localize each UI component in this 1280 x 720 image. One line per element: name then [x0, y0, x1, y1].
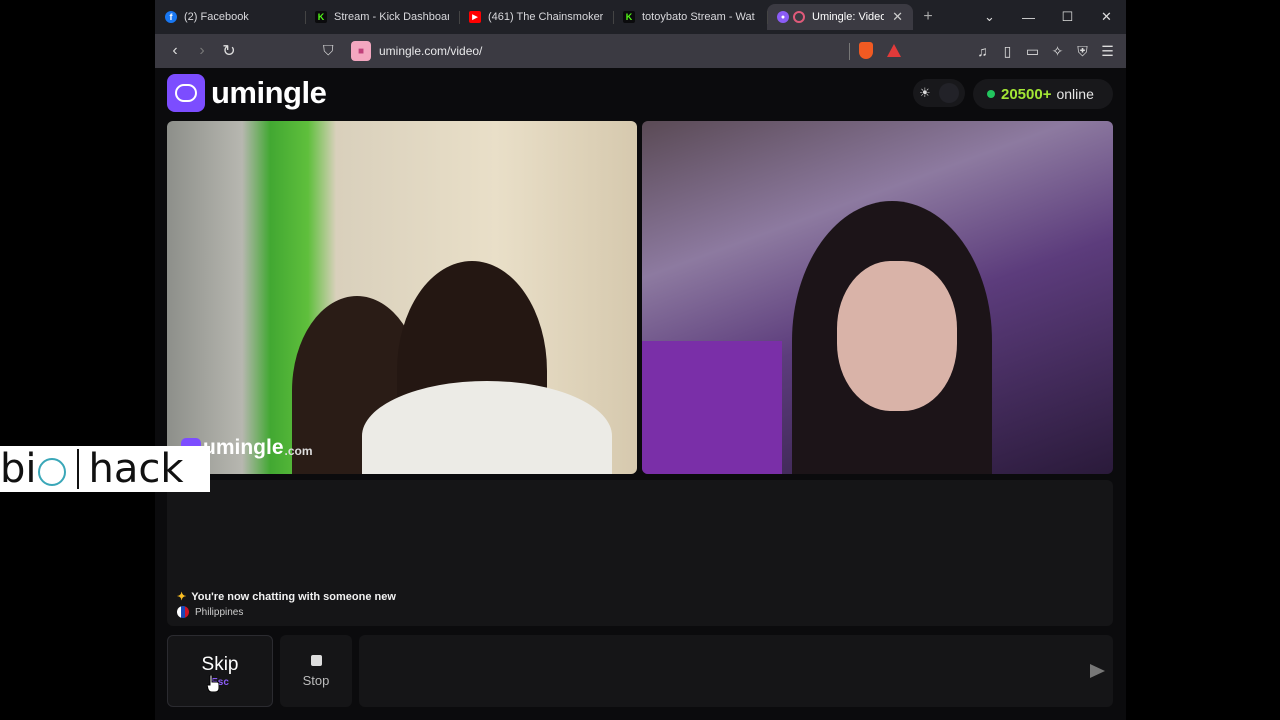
- system-message: ✦ You're now chatting with someone new: [177, 590, 396, 603]
- wallet-icon[interactable]: ▭: [1020, 43, 1045, 60]
- system-message-text: You're now chatting with someone new: [191, 591, 396, 603]
- tab-kick-stream[interactable]: K totoybato Stream - Wat: [613, 4, 767, 30]
- tab-label: (2) Facebook: [184, 11, 249, 23]
- window-controls: ⌄ — ☐ ✕: [970, 0, 1126, 34]
- remote-video: [642, 121, 1113, 474]
- chat-bubble-icon: [167, 74, 205, 112]
- divider: [76, 449, 79, 489]
- site-logo[interactable]: umingle: [167, 74, 327, 112]
- stop-label: Stop: [302, 672, 330, 688]
- online-indicator: 20500+ online: [973, 79, 1113, 109]
- toggle-knob: [938, 83, 959, 103]
- online-count: 20500+: [1001, 85, 1052, 103]
- send-icon[interactable]: [1090, 664, 1105, 678]
- menu-icon[interactable]: ☰: [1095, 43, 1120, 60]
- umingle-tab-icon: ●: [777, 11, 789, 23]
- facebook-icon: f: [165, 11, 177, 23]
- tab-label: totoybato Stream - Wat: [642, 11, 755, 23]
- tab-label: Umingle: Video C: [812, 11, 885, 23]
- message-input[interactable]: [359, 635, 1113, 707]
- bookmark-icon[interactable]: ⛉: [323, 42, 334, 59]
- recording-icon: [793, 11, 805, 23]
- logo-text: umingle: [211, 75, 327, 110]
- chevron-down-icon[interactable]: ⌄: [970, 9, 1009, 25]
- ring-icon: [37, 458, 66, 486]
- back-icon[interactable]: ‹: [163, 42, 187, 60]
- leo-ai-icon[interactable]: ✧: [1045, 43, 1070, 60]
- brave-shields-icon[interactable]: [859, 42, 873, 59]
- vpn-icon[interactable]: ⛨: [1070, 43, 1095, 60]
- tab-facebook[interactable]: f (2) Facebook: [155, 4, 305, 30]
- kick-icon: K: [623, 11, 635, 23]
- watermark-domain: .com: [284, 444, 313, 458]
- kick-icon: K: [315, 11, 327, 23]
- reload-icon[interactable]: ↻: [217, 41, 241, 61]
- site-favicon-icon: ■: [351, 41, 371, 61]
- online-label: online: [1056, 86, 1094, 102]
- mouse-cursor-icon: [207, 675, 219, 692]
- theme-toggle[interactable]: ☀: [913, 79, 965, 107]
- browser-toolbar: ‹ › ↻ ⛉ ■ umingle.com/video/ ♫ ▯ ▭ ✧ ⛨ ☰: [155, 34, 1126, 68]
- address-bar[interactable]: ■ umingle.com/video/: [351, 40, 482, 62]
- tab-label: (461) The Chainsmokers: [488, 11, 603, 23]
- toolbar-right: ♫ ▯ ▭ ✧ ⛨ ☰: [970, 34, 1120, 68]
- skip-button[interactable]: Skip Esc: [167, 635, 273, 707]
- new-tab-button[interactable]: +: [913, 8, 943, 26]
- partner-country: Philippines: [177, 606, 243, 618]
- biohack-overlay-logo: bi hack: [0, 446, 210, 492]
- stop-button[interactable]: Stop: [280, 635, 352, 707]
- minimize-icon[interactable]: —: [1009, 10, 1048, 25]
- overlay-text-left: bi: [0, 446, 37, 492]
- purple-floor: [642, 341, 782, 474]
- face: [837, 261, 957, 411]
- sidebar-icon[interactable]: ▯: [995, 43, 1020, 60]
- philippines-flag-icon: [177, 606, 189, 618]
- skip-label: Skip: [201, 654, 239, 675]
- chat-panel: ✦ You're now chatting with someone new Ph…: [167, 480, 1113, 626]
- tab-strip: f (2) Facebook K Stream - Kick Dashboard…: [155, 0, 1126, 34]
- sparkle-icon: ✦: [177, 591, 187, 603]
- overlay-text-right: hack: [88, 446, 184, 492]
- tab-label: Stream - Kick Dashboard: [334, 11, 449, 23]
- tab-youtube[interactable]: ▶ (461) The Chainsmokers: [459, 4, 613, 30]
- stop-icon: [310, 654, 322, 666]
- sun-icon: ☀: [919, 85, 931, 100]
- local-video: umingle .com: [167, 121, 637, 474]
- youtube-icon: ▶: [469, 11, 481, 23]
- close-window-icon[interactable]: ✕: [1087, 9, 1126, 25]
- umingle-page: umingle ☀ 20500+ online umingle .com ✦ Y…: [155, 68, 1126, 720]
- browser-window: f (2) Facebook K Stream - Kick Dashboard…: [155, 0, 1126, 720]
- tab-kick-dashboard[interactable]: K Stream - Kick Dashboard: [305, 4, 459, 30]
- tab-umingle[interactable]: ● Umingle: Video C ✕: [767, 4, 913, 30]
- music-icon[interactable]: ♫: [970, 43, 995, 59]
- watermark-text: umingle: [203, 436, 284, 459]
- online-dot-icon: [987, 90, 995, 98]
- forward-icon[interactable]: ›: [190, 42, 214, 60]
- divider: [849, 43, 850, 60]
- maximize-icon[interactable]: ☐: [1048, 9, 1087, 25]
- close-tab-icon[interactable]: ✕: [892, 9, 903, 25]
- brave-rewards-icon[interactable]: [887, 44, 901, 57]
- url-text: umingle.com/video/: [379, 44, 483, 58]
- country-name: Philippines: [195, 606, 244, 618]
